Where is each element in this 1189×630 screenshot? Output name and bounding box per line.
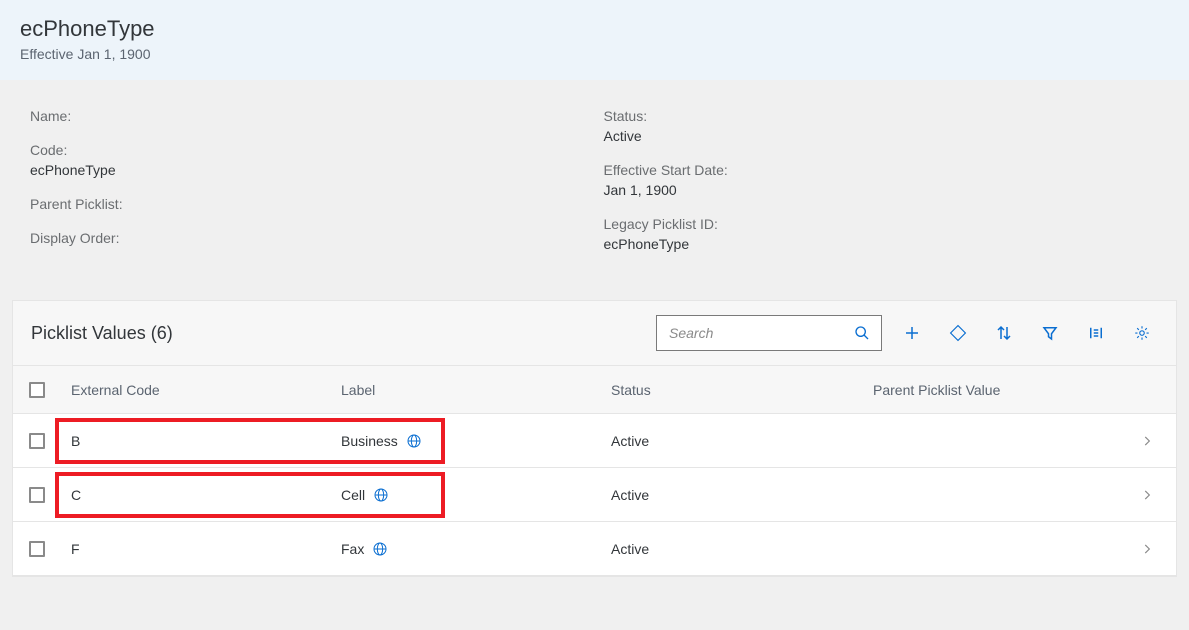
table-row[interactable]: B Business Active: [13, 414, 1176, 468]
field-label-name: Name:: [30, 108, 604, 124]
table-header-row: External Code Label Status Parent Pickli…: [13, 366, 1176, 414]
page-header: ecPhoneType Effective Jan 1, 1900: [0, 0, 1189, 80]
col-header-label[interactable]: Label: [341, 382, 611, 398]
cell-label-text: Business: [341, 433, 398, 449]
picklist-table: External Code Label Status Parent Pickli…: [13, 366, 1176, 576]
field-label-eff-start: Effective Start Date:: [604, 162, 1178, 178]
section-count: (6): [151, 323, 173, 343]
details-col-left: Name: Code: ecPhoneType Parent Picklist:…: [30, 108, 604, 270]
table-row[interactable]: C Cell Active: [13, 468, 1176, 522]
chevron-right-icon[interactable]: [1132, 542, 1162, 556]
section-title-text: Picklist Values: [31, 323, 146, 343]
settings-button[interactable]: [1122, 316, 1162, 350]
filter-button[interactable]: [1030, 316, 1070, 350]
cell-status: Active: [611, 541, 873, 557]
table-row[interactable]: F Fax Active: [13, 522, 1176, 576]
section-toolbar: [892, 316, 1162, 350]
add-button[interactable]: [892, 316, 932, 350]
cell-label: Fax: [341, 541, 611, 557]
picklist-values-panel: Picklist Values (6): [12, 300, 1177, 577]
page-title: ecPhoneType: [20, 16, 1169, 42]
field-label-parent-picklist: Parent Picklist:: [30, 196, 604, 212]
cell-status: Active: [611, 433, 873, 449]
page-subtitle: Effective Jan 1, 1900: [20, 46, 1169, 62]
details-col-right: Status: Active Effective Start Date: Jan…: [604, 108, 1178, 270]
section-header: Picklist Values (6): [13, 301, 1176, 366]
field-label-legacy-id: Legacy Picklist ID:: [604, 216, 1178, 232]
sort-button[interactable]: [984, 316, 1024, 350]
col-header-status[interactable]: Status: [611, 382, 873, 398]
search-field[interactable]: [656, 315, 882, 351]
globe-icon[interactable]: [406, 433, 422, 449]
field-label-display-order: Display Order:: [30, 230, 604, 246]
search-input[interactable]: [669, 325, 851, 341]
cell-status: Active: [611, 487, 873, 503]
field-value-code: ecPhoneType: [30, 162, 604, 178]
globe-icon[interactable]: [372, 541, 388, 557]
row-checkbox[interactable]: [29, 487, 45, 503]
cell-label: Cell: [341, 487, 611, 503]
globe-icon[interactable]: [373, 487, 389, 503]
col-header-parent[interactable]: Parent Picklist Value: [873, 382, 1132, 398]
cell-external-code: C: [71, 487, 341, 503]
cell-label-text: Cell: [341, 487, 365, 503]
cell-external-code: B: [71, 433, 341, 449]
select-all-checkbox[interactable]: [29, 382, 45, 398]
row-checkbox[interactable]: [29, 433, 45, 449]
field-value-status: Active: [604, 128, 1178, 144]
chevron-right-icon[interactable]: [1132, 488, 1162, 502]
expand-button[interactable]: [938, 316, 978, 350]
field-label-status: Status:: [604, 108, 1178, 124]
field-value-eff-start: Jan 1, 1900: [604, 182, 1178, 198]
cell-external-code: F: [71, 541, 341, 557]
field-label-code: Code:: [30, 142, 604, 158]
cell-label: Business: [341, 433, 611, 449]
cell-label-text: Fax: [341, 541, 364, 557]
section-title: Picklist Values (6): [31, 323, 173, 344]
details-panel: Name: Code: ecPhoneType Parent Picklist:…: [0, 80, 1189, 300]
row-checkbox[interactable]: [29, 541, 45, 557]
search-icon[interactable]: [851, 322, 873, 344]
chevron-right-icon[interactable]: [1132, 434, 1162, 448]
field-value-legacy-id: ecPhoneType: [604, 236, 1178, 252]
col-header-external-code[interactable]: External Code: [71, 382, 341, 398]
details-button[interactable]: [1076, 316, 1116, 350]
